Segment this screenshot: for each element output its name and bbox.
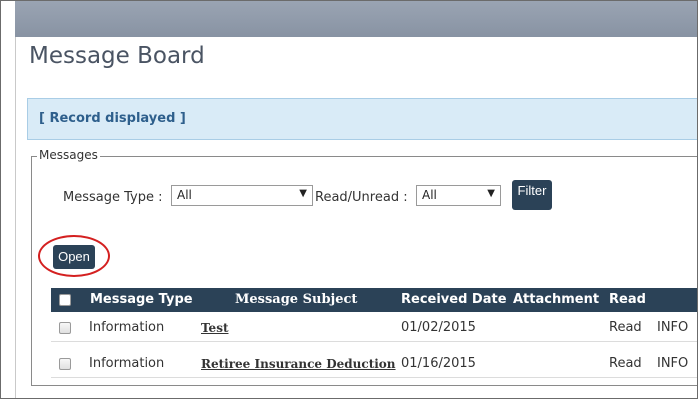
row-divider bbox=[51, 377, 697, 378]
message-type-select[interactable]: All ▼ bbox=[171, 185, 313, 206]
column-header-message-type[interactable]: Message Type bbox=[90, 292, 193, 307]
row-divider bbox=[51, 341, 697, 342]
column-header-attachment[interactable]: Attachment bbox=[513, 292, 599, 307]
row-read-status: Read bbox=[609, 320, 642, 335]
read-unread-label: Read/Unread : bbox=[315, 190, 408, 205]
app-frame: Message Board [ Record displayed ] Messa… bbox=[0, 0, 698, 399]
row-extra-info: INFO bbox=[657, 356, 689, 371]
row-message-subject-link[interactable]: Test bbox=[201, 321, 229, 335]
row-message-type: Information bbox=[89, 320, 165, 335]
messages-legend: Messages bbox=[37, 148, 100, 162]
highlight-ellipse bbox=[38, 235, 110, 277]
row-checkbox[interactable] bbox=[59, 322, 71, 334]
row-received-date: 01/16/2015 bbox=[401, 356, 476, 371]
column-header-received-date[interactable]: Received Date bbox=[401, 292, 507, 307]
page-title: Message Board bbox=[29, 43, 205, 69]
row-message-type: Information bbox=[89, 356, 165, 371]
record-displayed-banner: [ Record displayed ] bbox=[27, 98, 697, 140]
triangle-down-icon: ▼ bbox=[299, 188, 307, 199]
left-divider bbox=[15, 37, 16, 398]
column-header-read[interactable]: Read bbox=[609, 292, 646, 307]
filter-button[interactable]: Filter bbox=[512, 180, 552, 210]
message-type-value: All bbox=[177, 188, 192, 202]
select-all-checkbox[interactable] bbox=[59, 294, 71, 306]
row-received-date: 01/02/2015 bbox=[401, 320, 476, 335]
messages-table-header: Message Type Message Subject Received Da… bbox=[51, 288, 697, 312]
row-extra-info: INFO bbox=[657, 320, 689, 335]
triangle-down-icon: ▼ bbox=[487, 188, 495, 199]
record-displayed-text: [ Record displayed ] bbox=[39, 111, 186, 126]
message-type-label: Message Type : bbox=[63, 190, 163, 205]
row-checkbox[interactable] bbox=[59, 358, 71, 370]
read-unread-value: All bbox=[422, 188, 437, 202]
row-message-subject-link[interactable]: Retiree Insurance Deduction bbox=[201, 357, 396, 371]
column-header-message-subject[interactable]: Message Subject bbox=[235, 292, 357, 307]
read-unread-select[interactable]: All ▼ bbox=[416, 185, 501, 206]
row-read-status: Read bbox=[609, 356, 642, 371]
top-bar bbox=[15, 1, 697, 37]
